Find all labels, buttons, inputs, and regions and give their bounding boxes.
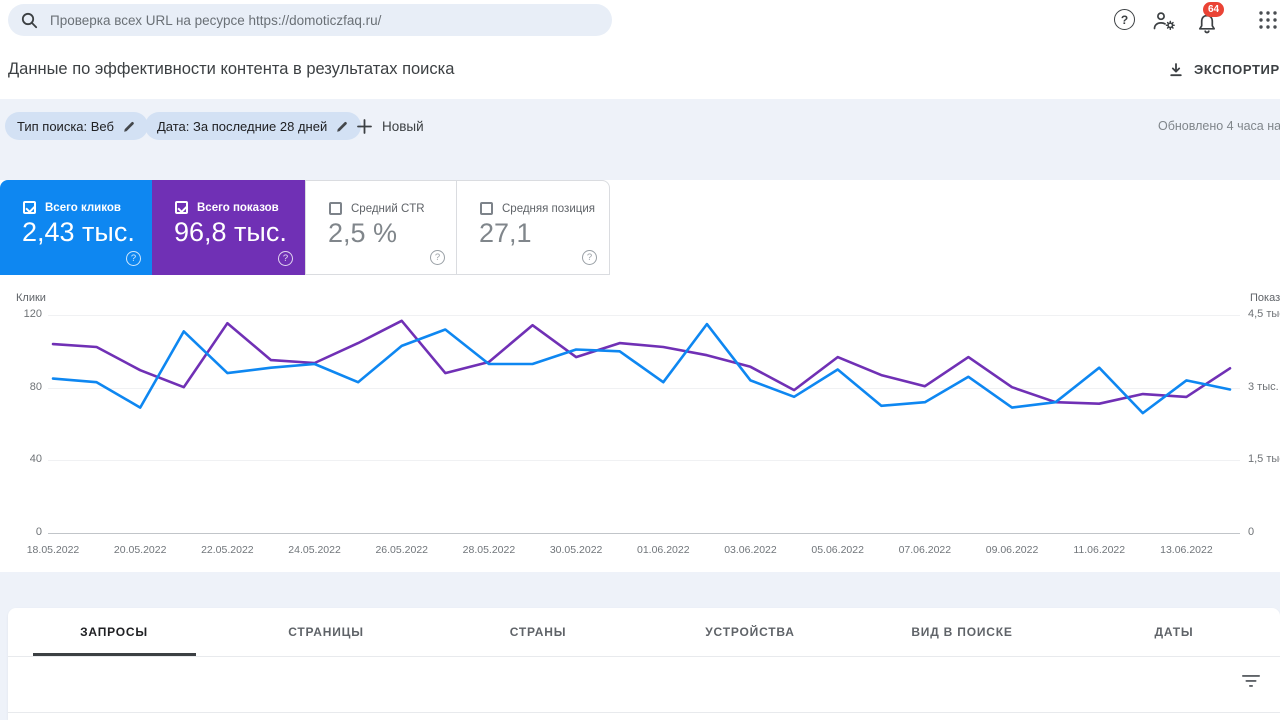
- metric-label: Всего кликов: [45, 201, 121, 214]
- help-circle-icon[interactable]: [430, 250, 445, 265]
- help-icon[interactable]: [1114, 9, 1135, 30]
- metric-value: 27,1: [479, 218, 532, 248]
- x-axis-line: [48, 533, 1240, 534]
- export-button[interactable]: ЭКСПОРТИРОВАТЬ: [1168, 40, 1280, 99]
- search-type-filter-chip[interactable]: Тип поиска: Веб: [5, 112, 148, 140]
- user-settings-icon[interactable]: [1152, 10, 1178, 32]
- edit-pencil-icon: [124, 121, 134, 132]
- y-tick-label: 0: [1248, 526, 1255, 538]
- x-tick-label: 20.05.2022: [113, 544, 167, 556]
- tab-queries[interactable]: ЗАПРОСЫ: [8, 608, 220, 656]
- x-tick-label: 22.05.2022: [201, 544, 254, 556]
- chip-label: Дата: За последние 28 дней: [157, 118, 328, 134]
- help-circle-icon[interactable]: [582, 250, 597, 265]
- metric-value: 2,43 тыс.: [22, 217, 135, 247]
- tab-search-appearance[interactable]: ВИД В ПОИСКЕ: [856, 608, 1068, 656]
- x-tick-label: 24.05.2022: [288, 544, 341, 556]
- x-tick-label: 01.06.2022: [637, 544, 690, 556]
- filter-list-icon[interactable]: [1242, 674, 1260, 688]
- tab-dates[interactable]: ДАТЫ: [1068, 608, 1280, 656]
- tab-devices[interactable]: УСТРОЙСТВА: [644, 608, 856, 656]
- left-axis-title: Клики: [16, 292, 46, 304]
- metric-label: Средний CTR: [351, 202, 425, 215]
- metric-card-avg-position[interactable]: Средняя позиция 27,1: [456, 180, 610, 275]
- tab-pages[interactable]: СТРАНИЦЫ: [220, 608, 432, 656]
- last-updated-label: Обновлено 4 часа назад: [1158, 119, 1280, 133]
- metric-label: Всего показов: [197, 201, 279, 214]
- apps-grid-icon[interactable]: [1258, 10, 1278, 30]
- search-icon: [21, 12, 38, 29]
- export-label: ЭКСПОРТИРОВАТЬ: [1194, 62, 1280, 77]
- y-tick-label: 80: [29, 381, 42, 393]
- x-tick-label: 28.05.2022: [462, 544, 516, 556]
- help-circle-icon[interactable]: [126, 251, 141, 266]
- y-tick-label: 3 тыс.: [1248, 381, 1279, 393]
- dimension-tabs: ЗАПРОСЫ СТРАНИЦЫ СТРАНЫ УСТРОЙСТВА ВИД В…: [8, 608, 1280, 656]
- y-tick-label: 4,5 тыс.: [1248, 308, 1280, 320]
- new-filter-button[interactable]: Новый: [357, 112, 424, 140]
- x-tick-label: 03.06.2022: [724, 544, 777, 556]
- gridline: [48, 388, 1240, 389]
- x-tick-label: 26.05.2022: [375, 544, 429, 556]
- divider: [8, 656, 1280, 657]
- gridline: [48, 315, 1240, 316]
- gridline: [48, 460, 1240, 461]
- checkbox-checked-icon[interactable]: [23, 201, 36, 214]
- metric-value: 96,8 тыс.: [174, 217, 287, 247]
- y-tick-label: 40: [29, 453, 42, 465]
- metric-card-total-clicks[interactable]: Всего кликов 2,43 тыс.: [0, 180, 153, 275]
- x-tick-label: 11.06.2022: [1073, 544, 1126, 556]
- x-tick-label: 30.05.2022: [549, 544, 603, 556]
- plus-icon: [357, 118, 372, 134]
- new-filter-label: Новый: [382, 118, 424, 134]
- download-icon: [1170, 62, 1182, 76]
- search-bar[interactable]: [8, 4, 612, 36]
- dimensions-table-card: ЗАПРОСЫ СТРАНИЦЫ СТРАНЫ УСТРОЙСТВА ВИД В…: [8, 608, 1280, 720]
- y-tick-label: 120: [23, 308, 42, 320]
- x-tick-label: 18.05.2022: [26, 544, 80, 556]
- y-tick-label: 1,5 тыс.: [1248, 453, 1280, 465]
- metric-card-avg-ctr[interactable]: Средний CTR 2,5 %: [305, 180, 458, 275]
- y-tick-label: 0: [35, 526, 42, 538]
- metric-card-total-impressions[interactable]: Всего показов 96,8 тыс.: [152, 180, 305, 275]
- notifications-button[interactable]: 64: [1194, 2, 1226, 36]
- checkbox-checked-icon[interactable]: [175, 201, 188, 214]
- help-circle-icon[interactable]: [278, 251, 293, 266]
- top-app-bar: 64: [0, 0, 1280, 40]
- checkbox-unchecked-icon[interactable]: [329, 202, 342, 215]
- search-input[interactable]: [50, 12, 612, 28]
- page-header: Данные по эффективности контента в резул…: [0, 40, 1280, 99]
- chip-label: Тип поиска: Веб: [17, 118, 114, 134]
- metric-value: 2,5 %: [328, 218, 398, 248]
- edit-pencil-icon: [337, 121, 348, 132]
- date-filter-chip[interactable]: Дата: За последние 28 дней: [145, 112, 362, 140]
- checkbox-unchecked-icon[interactable]: [480, 202, 493, 215]
- page-title: Данные по эффективности контента в резул…: [8, 60, 455, 78]
- right-axis-title: Показы: [1250, 292, 1280, 304]
- metric-label: Средняя позиция: [502, 202, 595, 215]
- x-tick-label: 07.06.2022: [898, 544, 952, 556]
- divider: [8, 712, 1280, 713]
- notification-count-badge: 64: [1203, 2, 1224, 17]
- x-tick-label: 09.06.2022: [985, 544, 1039, 556]
- x-tick-label: 05.06.2022: [811, 544, 864, 556]
- tab-countries[interactable]: СТРАНЫ: [432, 608, 644, 656]
- x-tick-label: 13.06.2022: [1160, 544, 1213, 556]
